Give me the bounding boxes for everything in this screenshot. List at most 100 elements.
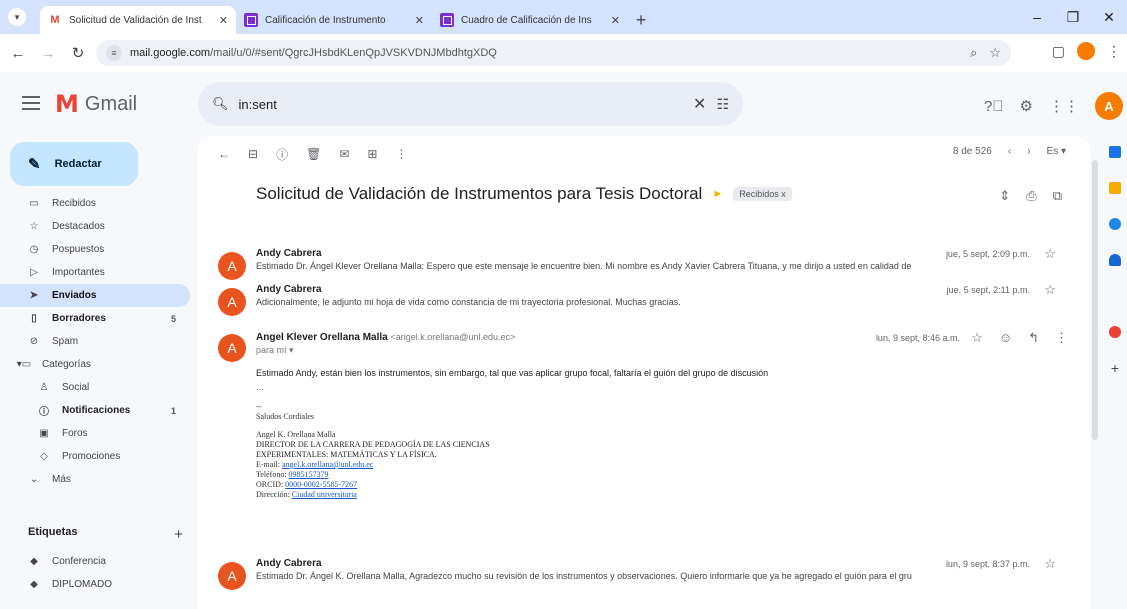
browser-tab-doc-1[interactable]: Calificación de Instrumento ✕ [236,6,432,34]
bookmark-star-icon[interactable]: ☆ [989,45,1001,61]
help-icon[interactable]: ?⃝ [984,98,1004,115]
site-info-icon[interactable]: ≡ [106,45,122,61]
sig-address-link[interactable]: Ciudad universitaria [292,490,357,499]
address-bar[interactable]: ≡ mail.google.com /mail/u/0/#sent/QgrcJH… [96,40,1011,66]
expand-all-icon[interactable]: ⇕ [999,188,1010,204]
sidebar-item-promotions[interactable]: ◇ Promociones [0,445,190,468]
compose-button[interactable]: ✎ Redactar [10,142,138,186]
archive-icon[interactable]: ⊟ [248,147,258,161]
nav-list: ▭ Recibidos ☆ Destacados ◷ Pospuestos ▷ Impo… [0,192,190,491]
reload-icon[interactable]: ↻ [66,41,90,65]
sidebar-item-label: Borradores [52,313,106,324]
calendar-icon[interactable] [1109,146,1121,158]
back-icon[interactable]: ← [6,41,30,65]
sidebar-item-label: Destacados [52,221,105,232]
scrollbar[interactable] [1092,160,1098,440]
settings-icon[interactable]: ⚙ [1020,97,1033,115]
sig-email-link[interactable]: angel.k.orellana@unl.edu.ec [282,460,373,469]
sidebar-item-important[interactable]: ▷ Importantes [0,261,190,284]
show-trimmed-content[interactable]: ... [256,382,264,392]
star-icon[interactable]: ☆ [1044,246,1056,262]
add-addon-icon[interactable]: + [1111,361,1119,375]
close-window-icon[interactable]: ✕ [1091,5,1127,29]
apps-grid-icon[interactable]: ⋮⋮ [1049,97,1079,115]
close-icon[interactable]: ✕ [611,14,620,27]
label-chip[interactable]: Recibidos x [733,187,792,201]
side-panel-icon[interactable]: ▢ [1052,43,1065,60]
subject-actions: ⇕ ⎙ ⧉ [999,188,1062,204]
sidebar-item-categories[interactable]: ▾▭ Categorías [0,353,190,376]
tasks-icon[interactable] [1109,218,1121,230]
star-icon[interactable]: ☆ [1044,556,1056,572]
more-vert-icon[interactable]: ⋮ [1055,330,1068,346]
report-spam-icon[interactable]: ⓘ [276,146,288,163]
sidebar-item-social[interactable]: ♙ Social [0,376,190,399]
message-date: jue, 5 sept, 2:11 p.m. [946,285,1030,295]
sender-name: Andy Cabrera [256,558,322,569]
older-icon[interactable]: › [1027,146,1030,157]
forward-icon[interactable]: → [36,41,60,65]
back-to-list-icon[interactable]: ← [218,147,230,161]
sender-address: <angel.k.orellana@unl.edu.ec> [390,332,516,342]
recipient-line[interactable]: para mí ▾ [256,345,976,356]
profile-icon[interactable] [1077,42,1095,60]
search-options-icon[interactable]: ☷ [716,96,729,113]
omnibox-actions: ⌕ ☆ [970,45,1001,61]
delete-icon[interactable]: 🗑︎ [306,147,321,161]
reply-icon[interactable]: ↰ [1028,330,1039,346]
more-actions-icon[interactable]: ⋮ [395,147,407,161]
search-bar[interactable]: 🔍︎ in:sent ✕ ☷ [198,82,743,126]
clear-search-icon[interactable]: ✕ [693,94,706,114]
gmail-m-icon: M [55,90,79,118]
addon-icon[interactable] [1109,326,1121,338]
contacts-icon[interactable] [1109,254,1121,266]
sidebar-item-more[interactable]: ⌄ Más [0,468,190,491]
print-icon[interactable]: ⎙ [1026,188,1036,204]
search-input[interactable]: in:sent [239,97,684,112]
sidebar-item-sent[interactable]: ➤ Enviados [0,284,190,307]
sender-name: Angel Klever Orellana Malla [256,332,388,343]
avatar: A [218,252,246,280]
label-item[interactable]: ◆ DIPLOMADO [0,573,190,596]
tab-title: Calificación de Instrumento [265,14,386,26]
new-tab-button[interactable]: + [628,6,654,34]
gmail-logo[interactable]: M Gmail [55,90,137,118]
sig-orcid-link[interactable]: 0000-0002-5585-7267 [285,480,357,489]
menu-icon[interactable] [22,96,40,110]
move-to-icon[interactable]: ⊞ [367,147,377,161]
close-icon[interactable]: ✕ [415,14,424,27]
restore-icon[interactable]: ❐ [1055,5,1091,29]
zoom-icon[interactable]: ⌕ [970,45,977,61]
star-icon[interactable]: ☆ [1044,282,1056,298]
input-tools-icon[interactable]: Es ▾ [1047,146,1066,157]
minimize-icon[interactable]: – [1019,5,1055,29]
label-item[interactable]: ◆ Conferencia [0,550,190,573]
sidebar-item-notifications[interactable]: ⓘ Notificaciones 1 [0,399,190,422]
sidebar-item-inbox[interactable]: ▭ Recibidos [0,192,190,215]
mark-unread-icon[interactable]: ✉ [339,147,349,161]
star-icon[interactable]: ☆ [971,330,983,346]
pencil-icon: ✎ [28,156,41,173]
label-name: DIPLOMADO [52,579,113,590]
emoji-react-icon[interactable]: ☺ [999,330,1012,346]
browser-tab-doc-2[interactable]: Cuadro de Calificación de Ins ✕ [432,6,628,34]
tab-search-icon[interactable]: ▾ [8,8,26,26]
keep-icon[interactable] [1109,182,1121,194]
sidebar-item-snoozed[interactable]: ◷ Pospuestos [0,238,190,261]
sidebar-item-spam[interactable]: ⊘ Spam [0,330,190,353]
sig-phone-link[interactable]: 0985157379 [289,470,329,479]
tag-icon: ◇ [40,451,48,462]
more-menu-icon[interactable]: ⋮ [1107,43,1121,60]
sig-name: Angel K. Orellana Malla [256,430,336,439]
search-icon[interactable]: 🔍︎ [212,96,229,112]
close-icon[interactable]: ✕ [219,14,228,27]
account-avatar[interactable]: A [1095,92,1123,120]
sidebar-item-forums[interactable]: ▣ Foros [0,422,190,445]
add-label-icon[interactable]: + [174,526,183,543]
newer-icon[interactable]: ‹ [1008,146,1011,157]
browser-tab-gmail[interactable]: M Solicitud de Validación de Inst ✕ [40,6,236,34]
important-marker-icon[interactable]: ► [712,188,723,200]
sidebar-item-starred[interactable]: ☆ Destacados [0,215,190,238]
sidebar-item-drafts[interactable]: ▯ Borradores 5 [0,307,190,330]
open-new-window-icon[interactable]: ⧉ [1053,188,1062,204]
